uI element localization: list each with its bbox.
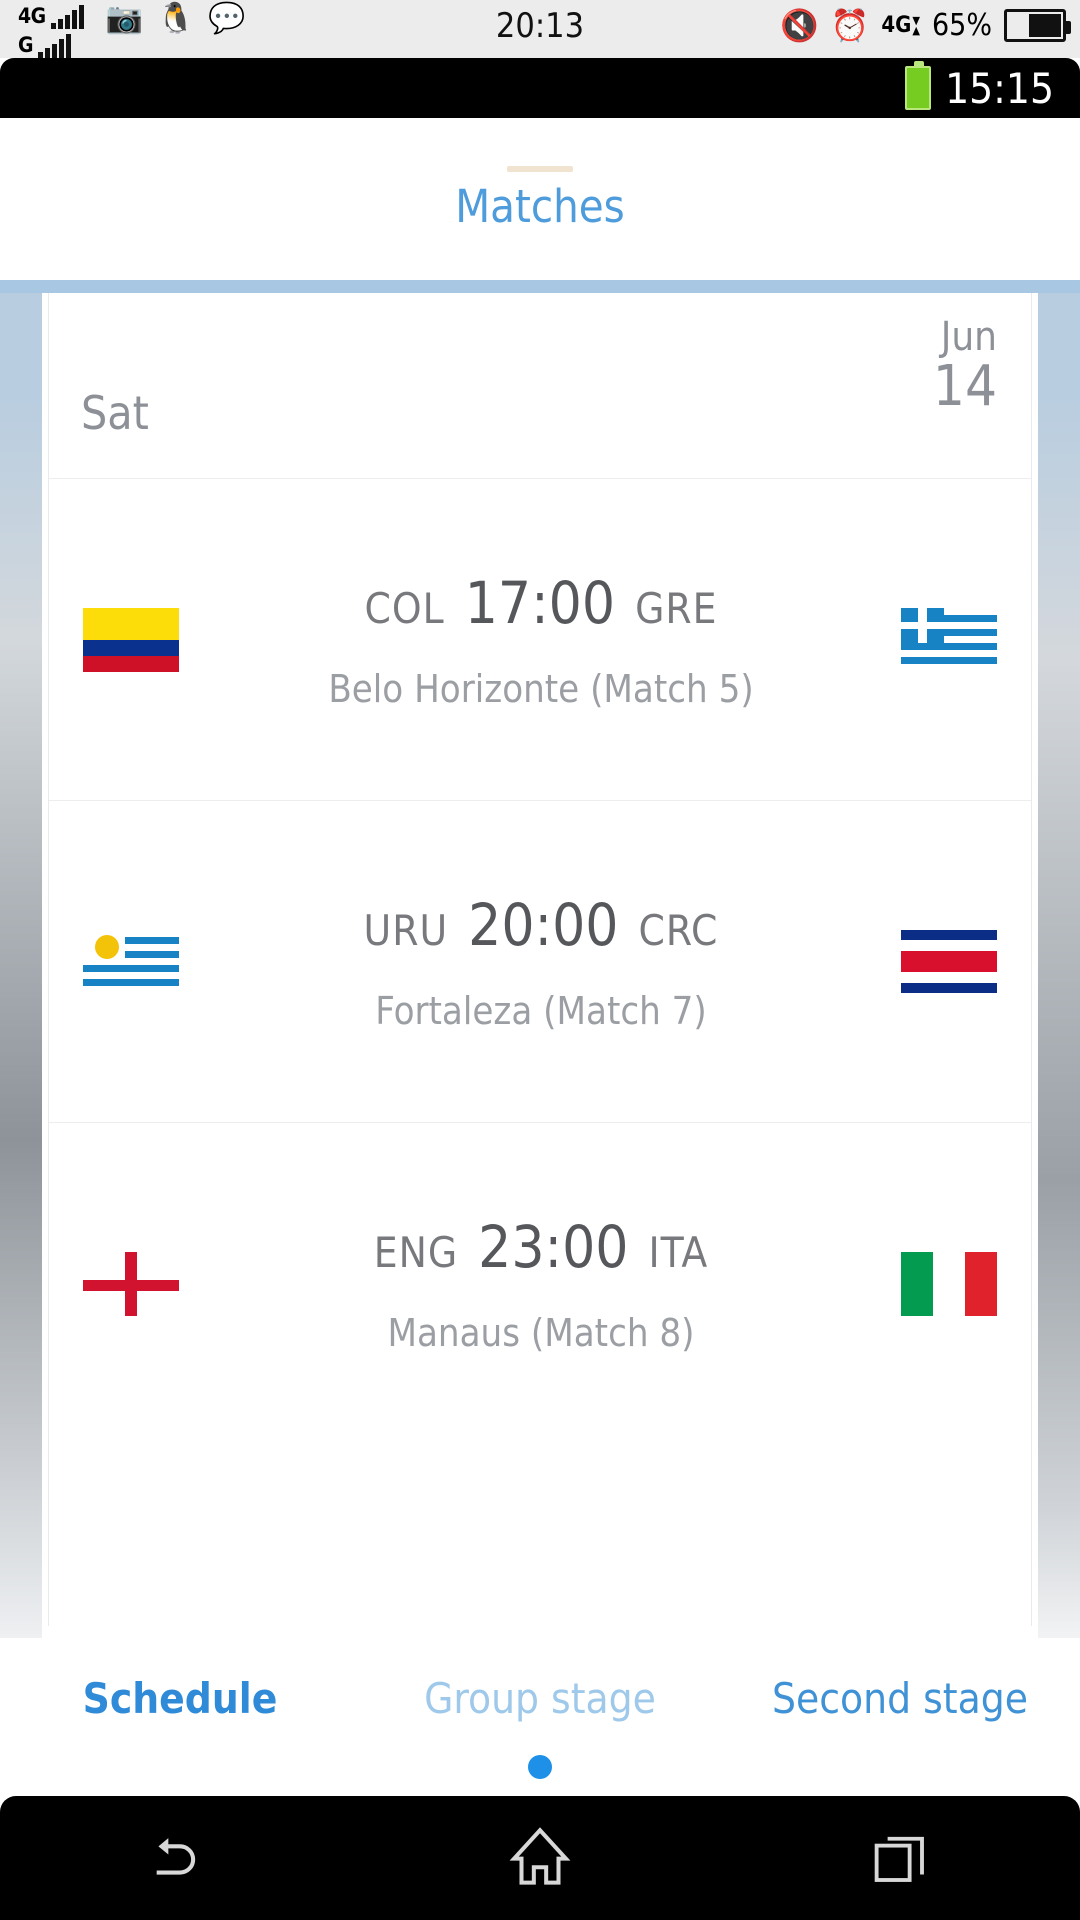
- left-edge-shade: [0, 280, 42, 1638]
- bottom-tab-bar: Schedule Group stage Second stage: [0, 1638, 1080, 1796]
- match-kickoff-time: 20:00: [468, 890, 619, 959]
- recents-icon: [874, 1836, 924, 1882]
- android-nav-bar: [0, 1796, 1080, 1920]
- tab-schedule[interactable]: Schedule: [0, 1674, 360, 1723]
- list-top-border: [0, 280, 1080, 293]
- costa-rica-flag-icon: [901, 929, 997, 994]
- match-center: ENG 23:00 ITA Manaus (Match 8): [49, 1123, 1031, 1445]
- match-venue: Fortaleza (Match 7): [375, 988, 707, 1033]
- match-list-viewport[interactable]: Sat Jun 14 COL 17:00 GRE Belo Horizonte …: [0, 280, 1080, 1638]
- match-center: URU 20:00 CRC Fortaleza (Match 7): [49, 801, 1031, 1122]
- app-battery-icon: [905, 61, 932, 110]
- match-list[interactable]: Sat Jun 14 COL 17:00 GRE Belo Horizonte …: [48, 293, 1032, 1626]
- match-row[interactable]: COL 17:00 GRE Belo Horizonte (Match 5): [49, 479, 1031, 801]
- battery-percent-label: 65%: [932, 8, 992, 43]
- match-score-line: URU 20:00 CRC: [364, 891, 719, 959]
- match-kickoff-time: 23:00: [478, 1213, 629, 1281]
- match-row[interactable]: URU 20:00 CRC Fortaleza (Match 7): [49, 801, 1031, 1123]
- away-flag: [901, 929, 997, 994]
- match-row[interactable]: ENG 23:00 ITA Manaus (Match 8): [49, 1123, 1031, 1445]
- home-team-abbr: COL: [364, 583, 445, 633]
- tab-second-stage[interactable]: Second stage: [720, 1674, 1080, 1723]
- home-icon: [509, 1827, 571, 1885]
- app-status-bar: 15:15: [0, 58, 1080, 118]
- page-indicator-dot: [528, 1755, 552, 1779]
- data-signal-label: 4G: [881, 13, 912, 38]
- away-team-abbr: GRE: [635, 583, 718, 633]
- battery-icon: [1004, 9, 1071, 42]
- right-edge-shade: [1038, 280, 1080, 1638]
- mute-icon: 🔇: [780, 7, 819, 44]
- home-team-abbr: URU: [363, 905, 449, 955]
- app-clock: 15:15: [945, 63, 1054, 113]
- os-status-right: 🔇 ⏰ 4G ▼ ▲ 65%: [780, 7, 1071, 44]
- home-team-abbr: ENG: [373, 1228, 459, 1277]
- greece-flag-icon: [901, 607, 997, 672]
- match-kickoff-time: 17:00: [464, 568, 616, 637]
- nav-home-button[interactable]: [470, 1796, 610, 1920]
- app-status-right: 15:15: [905, 58, 1054, 118]
- alarm-icon: ⏰: [830, 7, 870, 44]
- away-flag: [901, 607, 997, 672]
- date-day-number: 14: [932, 353, 997, 419]
- app-window: Matches Sat Jun 14 COL 17:00 GRE Belo Ho…: [0, 118, 1080, 1796]
- data-arrows-icon: ▼ ▲: [912, 13, 920, 37]
- away-team-abbr: CRC: [638, 905, 719, 955]
- page-title: Matches: [455, 180, 625, 233]
- os-status-bar: 4G G 📷 🐧 💬 20:13 🔇 ⏰ 4G ▼ ▲ 65%: [0, 0, 1080, 58]
- date-header: Sat Jun 14: [49, 293, 1031, 479]
- tab-strip: Schedule Group stage Second stage: [0, 1638, 1080, 1758]
- date-month: Jun: [940, 314, 997, 360]
- date-month-day: Jun 14: [933, 317, 997, 415]
- match-score-line: ENG 23:00 ITA: [374, 1213, 709, 1281]
- away-flag: [901, 1252, 997, 1316]
- header-accent-bar: [507, 166, 573, 172]
- back-icon: [156, 1838, 196, 1875]
- match-venue: Belo Horizonte (Match 5): [328, 666, 754, 711]
- nav-back-button[interactable]: [110, 1796, 250, 1920]
- date-day-of-week: Sat: [81, 386, 149, 440]
- match-venue: Manaus (Match 8): [387, 1311, 695, 1355]
- italy-flag-icon: [901, 1252, 997, 1316]
- app-header: Matches: [0, 118, 1080, 280]
- match-center: COL 17:00 GRE Belo Horizonte (Match 5): [49, 479, 1031, 800]
- away-team-abbr: ITA: [648, 1228, 709, 1277]
- data-signal-icon: 4G ▼ ▲: [881, 13, 920, 38]
- nav-recents-button[interactable]: [830, 1796, 970, 1920]
- tab-group-stage[interactable]: Group stage: [360, 1674, 720, 1723]
- match-score-line: COL 17:00 GRE: [365, 569, 718, 637]
